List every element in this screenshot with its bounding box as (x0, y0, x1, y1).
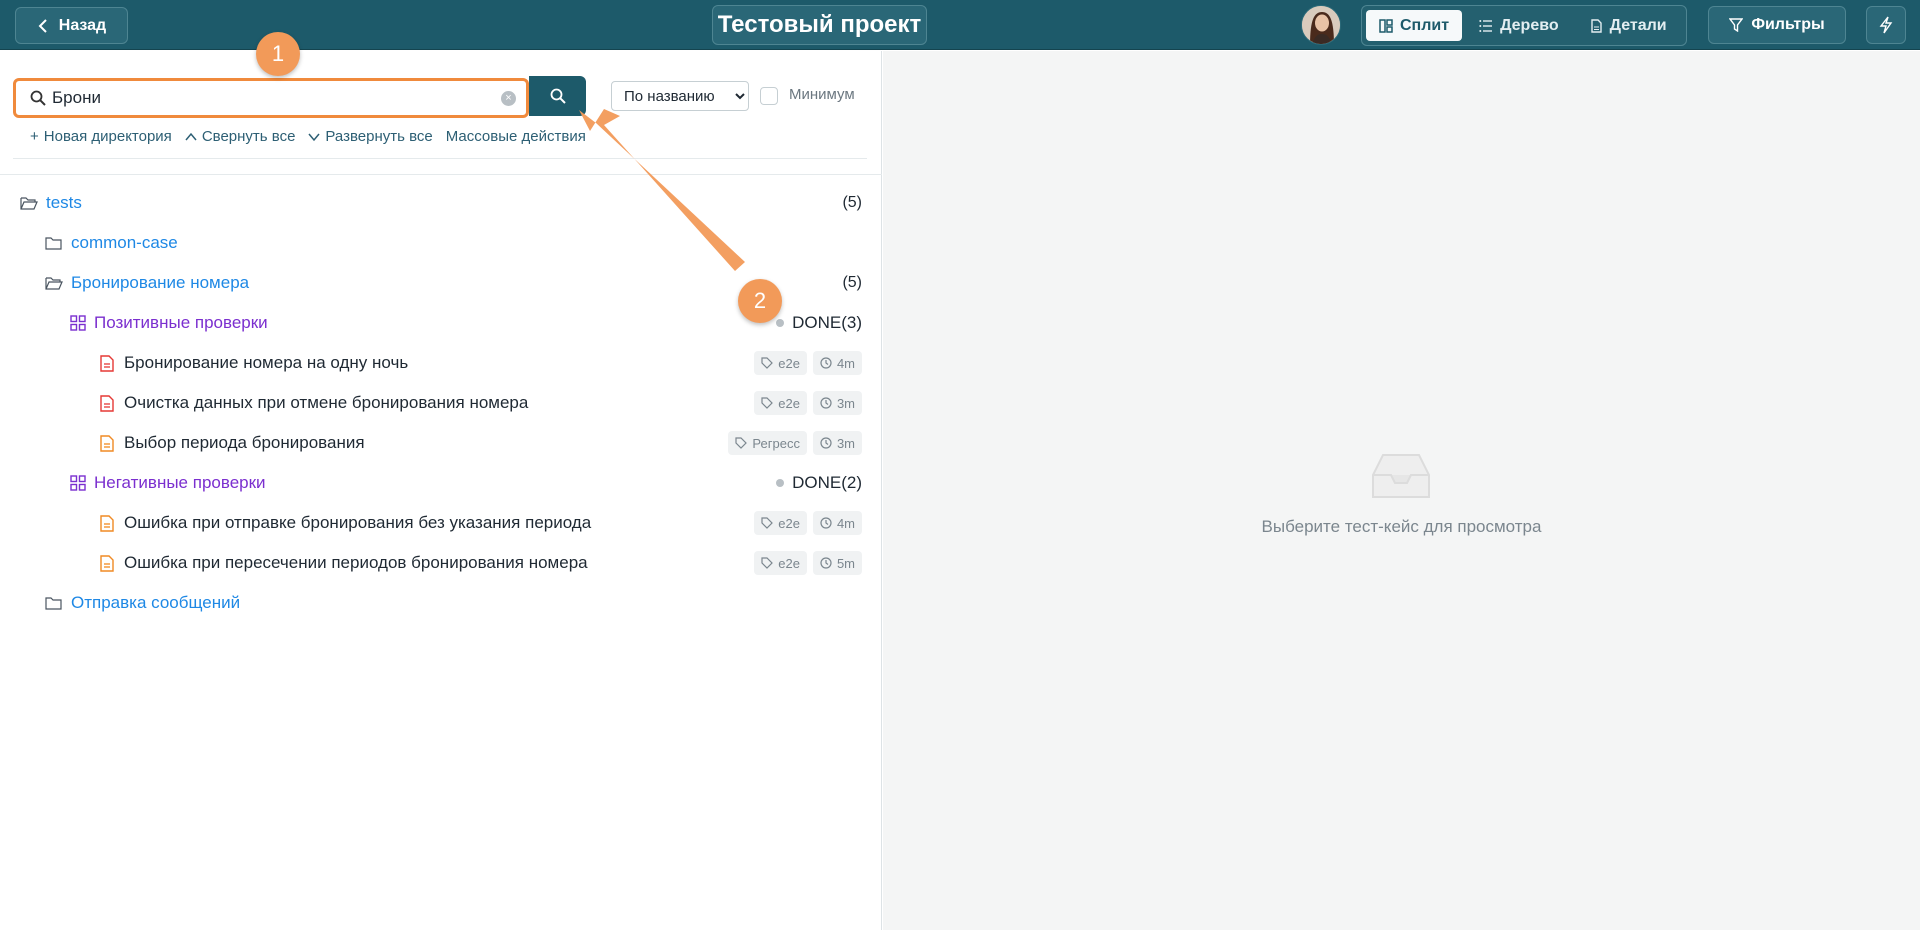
callout-badge-1: 1 (256, 32, 300, 76)
callout-badge-2: 2 (738, 279, 782, 323)
annotation-arrow (579, 109, 745, 271)
